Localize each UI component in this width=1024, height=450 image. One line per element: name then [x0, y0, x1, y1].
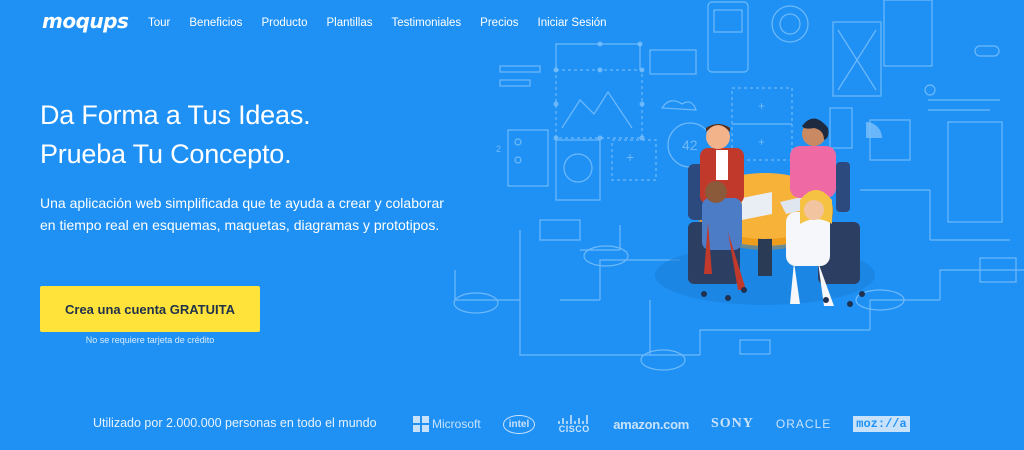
oracle-logo: ORACLE: [776, 417, 831, 431]
sony-logo: SONY: [711, 416, 754, 432]
nav-item-precios[interactable]: Precios: [480, 17, 518, 29]
microsoft-windows-icon: [413, 416, 429, 432]
brand-logos: Microsoft intel CISCO amazon.com SONY OR…: [413, 411, 932, 437]
cisco-logo-text: CISCO: [558, 423, 590, 434]
nav-item-tour[interactable]: Tour: [148, 17, 170, 29]
microsoft-logo-text: Microsoft: [432, 417, 481, 431]
nav-item-iniciar-sesion[interactable]: Iniciar Sesión: [538, 17, 607, 29]
microsoft-logo: Microsoft: [413, 416, 481, 432]
hero-title: Da Forma a Tus Ideas. Prueba Tu Concepto…: [40, 96, 311, 174]
site-header: moqups Tour Beneficios Producto Plantill…: [0, 0, 1024, 48]
no-credit-card-note: No se requiere tarjeta de crédito: [85, 335, 215, 345]
svg-text:+: +: [758, 99, 765, 113]
intel-logo: intel: [502, 414, 536, 434]
main-nav: Tour Beneficios Producto Plantillas Test…: [148, 17, 626, 29]
oracle-logo-text: ORACLE: [775, 417, 832, 431]
landing-page: 42 2 + + + moqups Tour Beneficios Produc…: [0, 0, 1024, 450]
nav-item-plantillas[interactable]: Plantillas: [326, 17, 372, 29]
create-free-account-button[interactable]: Crea una cuenta GRATUITA: [40, 286, 260, 332]
nav-item-producto[interactable]: Producto: [261, 17, 307, 29]
svg-text:42: 42: [682, 137, 698, 153]
hero-title-line-1: Da Forma a Tus Ideas.: [40, 100, 311, 130]
svg-text:+: +: [758, 135, 765, 149]
moqups-logo[interactable]: moqups: [42, 9, 129, 33]
amazon-logo-text: amazon.com: [613, 416, 689, 432]
mozilla-logo: moz://a: [853, 416, 910, 432]
cisco-logo: CISCO: [557, 414, 591, 434]
intel-logo-text: intel: [502, 414, 536, 434]
nav-item-testimoniales[interactable]: Testimoniales: [392, 17, 462, 29]
mozilla-logo-text: moz://a: [853, 416, 910, 432]
hero-description: Una aplicación web simplificada que te a…: [40, 195, 444, 233]
amazon-logo: amazon.com: [613, 417, 689, 432]
cisco-bars-icon: [558, 414, 589, 424]
svg-text:2: 2: [496, 144, 501, 154]
hero-title-line-2: Prueba Tu Concepto.: [40, 139, 292, 169]
svg-text:+: +: [626, 149, 634, 165]
sony-logo-text: SONY: [711, 416, 754, 431]
used-by-text: Utilizado por 2.000.000 personas en todo…: [93, 416, 377, 430]
nav-item-beneficios[interactable]: Beneficios: [189, 17, 242, 29]
